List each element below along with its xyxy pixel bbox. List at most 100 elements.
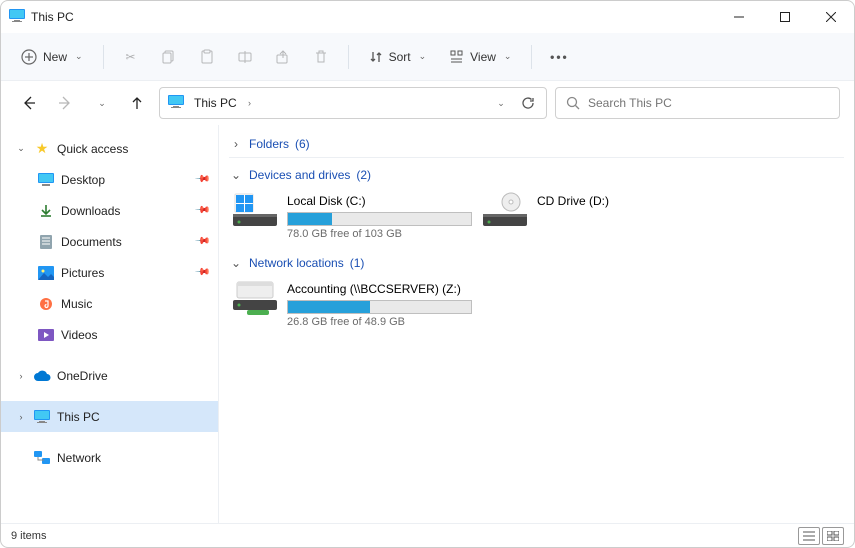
view-label: View [470,50,496,64]
chevron-right-icon: › [248,98,251,108]
search-icon [566,96,580,110]
group-label: Network locations [249,256,344,270]
sidebar-item-label: Desktop [61,173,105,187]
content-pane: › Folders (6) ⌄ Devices and drives (2) L… [219,125,854,523]
sidebar-item-network[interactable]: › Network [1,442,218,473]
forward-button[interactable] [51,89,79,117]
group-label: Folders [249,137,289,151]
sidebar-item-label: Network [57,451,101,465]
navigation-pane: ⌄ ★ Quick access Desktop 📌 Downloads 📌 D… [1,125,219,523]
desktop-icon [37,171,55,189]
sidebar-item-label: Quick access [57,142,128,156]
group-header-devices[interactable]: ⌄ Devices and drives (2) [219,164,854,186]
clipboard-icon [199,49,215,65]
breadcrumb[interactable]: This PC › [190,94,255,112]
sidebar-item-pictures[interactable]: Pictures 📌 [1,257,218,288]
trash-icon [313,49,329,65]
details-view-button[interactable] [798,527,820,545]
drive-name: Local Disk (C:) [287,194,475,208]
close-button[interactable] [808,1,854,33]
capacity-bar [287,300,472,314]
this-pc-icon [168,95,184,112]
back-button[interactable] [15,89,43,117]
drive-local-disk[interactable]: Local Disk (C:) 78.0 GB free of 103 GB [229,188,479,244]
drive-name: Accounting (\\BCCSERVER) (Z:) [287,282,475,296]
chevron-down-icon: ⌄ [98,98,106,109]
minimize-button[interactable] [716,1,762,33]
delete-button[interactable] [304,40,338,74]
share-button[interactable] [266,40,300,74]
chevron-down-icon: ⌄ [497,98,505,109]
rename-icon [237,49,253,65]
sort-label: Sort [389,50,411,64]
sort-icon [369,50,383,64]
drive-cd[interactable]: CD Drive (D:) [479,188,729,244]
sidebar-item-documents[interactable]: Documents 📌 [1,226,218,257]
view-icon [450,50,464,64]
navigation-row: ⌄ This PC › ⌄ [1,81,854,125]
videos-icon [37,326,55,344]
chevron-down-icon: ⌄ [229,168,243,182]
this-pc-icon [33,408,51,426]
sidebar-item-music[interactable]: Music [1,288,218,319]
scissors-icon: ✂ [126,50,136,64]
search-box[interactable] [555,87,840,119]
sidebar-item-label: Music [61,297,92,311]
capacity-bar [287,212,472,226]
sidebar-item-label: Videos [61,328,97,342]
paste-button[interactable] [190,40,224,74]
recent-locations-button[interactable]: ⌄ [87,89,115,117]
item-count: 9 items [11,530,46,542]
group-label: Devices and drives [249,168,350,182]
up-button[interactable] [123,89,151,117]
copy-button[interactable] [152,40,186,74]
sidebar-item-onedrive[interactable]: › OneDrive [1,360,218,391]
group-count: (1) [350,256,365,270]
drive-free-text: 78.0 GB free of 103 GB [287,228,475,240]
sidebar-item-label: Downloads [61,204,120,218]
sidebar-item-downloads[interactable]: Downloads 📌 [1,195,218,226]
ellipsis-icon: ••• [550,50,569,64]
group-header-network[interactable]: ⌄ Network locations (1) [219,252,854,274]
view-button[interactable]: View ⌄ [440,40,521,74]
network-drive-icon [233,280,277,316]
toolbar: New ⌄ ✂ Sort ⌄ View ⌄ ••• [1,33,854,81]
sidebar-item-this-pc[interactable]: › This PC [1,401,218,432]
drive-free-text: 26.8 GB free of 48.9 GB [287,316,475,328]
star-icon: ★ [33,140,51,158]
address-bar[interactable]: This PC › ⌄ [159,87,547,119]
new-label: New [43,50,67,64]
group-count: (2) [356,168,371,182]
titlebar: This PC [1,1,854,33]
sidebar-item-label: Pictures [61,266,104,280]
sidebar-item-desktop[interactable]: Desktop 📌 [1,164,218,195]
refresh-icon [521,96,535,110]
local-disk-icon [233,192,277,228]
group-header-folders[interactable]: › Folders (6) [219,133,854,155]
network-icon [33,449,51,467]
new-button[interactable]: New ⌄ [11,40,93,74]
cut-button[interactable]: ✂ [114,40,148,74]
drive-network-accounting[interactable]: Accounting (\\BCCSERVER) (Z:) 26.8 GB fr… [229,276,479,332]
sidebar-item-videos[interactable]: Videos [1,319,218,350]
sidebar-item-quick-access[interactable]: ⌄ ★ Quick access [1,133,218,164]
maximize-button[interactable] [762,1,808,33]
pin-icon: 📌 [193,202,210,219]
search-input[interactable] [588,96,829,110]
list-icon [803,531,815,541]
pictures-icon [37,264,55,282]
chevron-right-icon: › [15,412,27,422]
group-count: (6) [295,137,310,151]
chevron-right-icon: › [15,371,27,381]
tiles-icon [827,531,839,541]
download-icon [37,202,55,220]
refresh-button[interactable] [514,89,542,117]
share-icon [275,49,291,65]
more-button[interactable]: ••• [542,40,576,74]
tiles-view-button[interactable] [822,527,844,545]
address-dropdown-button[interactable]: ⌄ [486,89,514,117]
sort-button[interactable]: Sort ⌄ [359,40,437,74]
pin-icon: 📌 [193,264,210,281]
chevron-down-icon: ⌄ [75,51,83,62]
rename-button[interactable] [228,40,262,74]
